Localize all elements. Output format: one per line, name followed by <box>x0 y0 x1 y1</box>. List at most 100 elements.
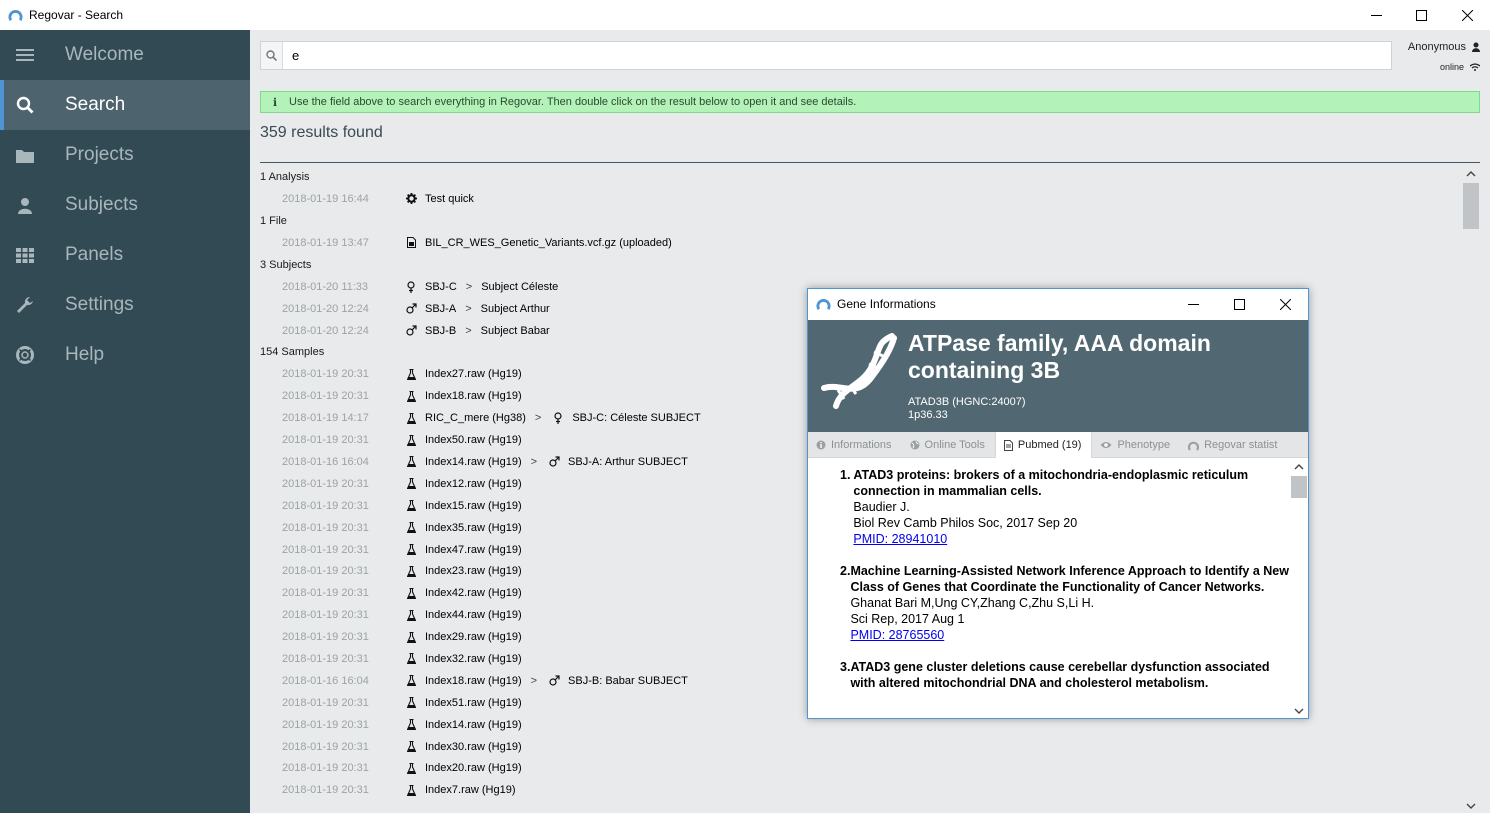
result-name: Index15.raw (Hg19) <box>425 499 522 512</box>
tab-phenotype[interactable]: Phenotype <box>1092 432 1180 458</box>
scroll-down-icon[interactable] <box>1294 707 1304 715</box>
gene-name: ATPase family, AAA domain containing 3B <box>908 330 1211 383</box>
scrollbar-thumb[interactable] <box>1463 183 1479 229</box>
pubmed-list: 1. ATAD3 proteins: brokers of a mitochond… <box>808 459 1290 718</box>
flask-icon <box>403 762 419 774</box>
flask-icon <box>403 456 419 468</box>
tab-label: Pubmed (19) <box>1017 439 1082 451</box>
result-row[interactable]: 2018-01-19 20:31 Index20.raw (Hg19) <box>260 757 1460 779</box>
dialog-scrollbar[interactable] <box>1290 459 1308 718</box>
sidebar-item-label: Subjects <box>65 194 138 215</box>
sidebar-item-subjects[interactable]: Subjects <box>0 180 250 230</box>
result-name: RIC_C_mere (Hg38) <box>425 412 526 425</box>
gene-info-dialog: Gene Informations ATPase family, AAA dom… <box>807 288 1309 719</box>
flask-icon <box>403 522 419 534</box>
result-date: 2018-01-19 20:31 <box>282 499 369 512</box>
eye-icon <box>1100 442 1112 448</box>
flask-icon <box>403 697 419 709</box>
result-date: 2018-01-19 20:31 <box>282 652 369 665</box>
maximize-button[interactable] <box>1398 0 1444 30</box>
result-subject: SBJ-B: Babar SUBJECT <box>568 674 688 687</box>
pubmed-entry: 1. ATAD3 proteins: brokers of a mitochond… <box>840 467 1290 547</box>
tab-online-tools[interactable]: Online Tools <box>902 432 995 458</box>
flask-icon <box>403 784 419 796</box>
close-button[interactable] <box>1444 0 1490 30</box>
result-name: Index30.raw (Hg19) <box>425 740 522 753</box>
dialog-close-button[interactable] <box>1262 289 1308 319</box>
sidebar-item-label: Settings <box>65 294 134 315</box>
pubmed-title: ATAD3 gene cluster deletions cause cereb… <box>850 660 1270 690</box>
chevron-right-icon: > <box>465 302 472 315</box>
pubmed-number: 2. <box>840 564 851 578</box>
file-icon <box>403 237 419 249</box>
results-count: 359 results found <box>260 124 383 141</box>
pubmed-link[interactable]: PMID: 28941010 <box>853 532 947 546</box>
dialog-minimize-button[interactable] <box>1170 289 1216 319</box>
tab-label: Phenotype <box>1117 439 1171 451</box>
wifi-icon <box>1470 63 1480 71</box>
scroll-down-icon[interactable] <box>1466 802 1476 810</box>
male-icon <box>546 675 562 686</box>
flask-icon <box>403 412 419 424</box>
scroll-up-icon[interactable] <box>1294 463 1304 471</box>
chevron-right-icon: > <box>465 280 473 293</box>
result-name: Index18.raw (Hg19) <box>425 390 522 403</box>
search-input[interactable] <box>283 42 1391 69</box>
globe-icon <box>910 440 920 450</box>
tab-pubmed[interactable]: Pubmed (19) <box>994 432 1093 458</box>
sidebar: Welcome Search Projects Subjects Panels <box>0 30 250 813</box>
chevron-right-icon: > <box>530 455 538 468</box>
result-date: 2018-01-16 16:04 <box>282 455 369 468</box>
result-name: SBJ-C <box>425 280 457 293</box>
sidebar-item-settings[interactable]: Settings <box>0 280 250 330</box>
scrollbar-thumb[interactable] <box>1291 476 1307 498</box>
flask-icon <box>403 719 419 731</box>
sidebar-item-projects[interactable]: Projects <box>0 130 250 180</box>
scroll-up-icon[interactable] <box>1466 170 1476 178</box>
user-name: Anonymous <box>1407 41 1466 53</box>
search-icon <box>0 96 50 114</box>
results-scrollbar[interactable] <box>1462 166 1480 809</box>
result-name: BIL_CR_WES_Genetic_Variants.vcf.gz (uplo… <box>425 236 672 249</box>
sidebar-item-search[interactable]: Search <box>0 80 250 130</box>
result-subject: Subject Céleste <box>481 280 559 293</box>
dialog-maximize-button[interactable] <box>1216 289 1262 319</box>
result-name: Index42.raw (Hg19) <box>425 587 522 600</box>
female-icon <box>403 281 419 293</box>
flask-icon <box>403 587 419 599</box>
flask-icon <box>403 565 419 577</box>
flask-icon <box>403 653 419 665</box>
result-date: 2018-01-20 11:33 <box>282 280 369 293</box>
pubmed-number: 1. <box>840 468 851 482</box>
close-icon <box>1279 298 1291 310</box>
tab-regovar-statistics[interactable]: Regovar statist <box>1180 432 1287 458</box>
result-row[interactable]: 2018-01-19 13:47 BIL_CR_WES_Genetic_Varia… <box>260 232 1460 254</box>
result-date: 2018-01-19 20:31 <box>282 696 369 709</box>
result-date: 2018-01-16 16:04 <box>282 674 369 687</box>
result-subject: SBJ-A: Arthur SUBJECT <box>568 455 688 468</box>
dna-icon <box>821 333 897 409</box>
result-date: 2018-01-19 20:31 <box>282 609 369 622</box>
result-row[interactable]: 2018-01-19 20:31 Index7.raw (Hg19) <box>260 779 1460 801</box>
result-date: 2018-01-19 20:31 <box>282 762 369 775</box>
gear-icon <box>403 193 419 205</box>
document-icon <box>1003 439 1013 451</box>
result-name: Test quick <box>425 192 474 205</box>
result-row[interactable]: 2018-01-19 16:44 Test quick <box>260 188 1460 210</box>
flask-icon <box>403 434 419 446</box>
result-date: 2018-01-19 20:31 <box>282 565 369 578</box>
result-row[interactable]: 2018-01-19 20:31 Index30.raw (Hg19) <box>260 736 1460 758</box>
minimize-button[interactable] <box>1353 0 1399 30</box>
result-name: Index12.raw (Hg19) <box>425 477 522 490</box>
result-name: Index50.raw (Hg19) <box>425 434 522 447</box>
sidebar-item-help[interactable]: Help <box>0 330 250 380</box>
result-group-header: 1 Analysis <box>260 171 310 183</box>
sidebar-item-welcome[interactable]: Welcome <box>0 30 250 80</box>
result-name: Index29.raw (Hg19) <box>425 631 522 644</box>
sidebar-item-panels[interactable]: Panels <box>0 230 250 280</box>
tab-informations[interactable]: Informations <box>808 432 902 458</box>
result-date: 2018-01-19 14:17 <box>282 412 369 425</box>
flask-icon <box>403 368 419 380</box>
flask-icon <box>403 741 419 753</box>
pubmed-link[interactable]: PMID: 28765560 <box>850 628 944 642</box>
